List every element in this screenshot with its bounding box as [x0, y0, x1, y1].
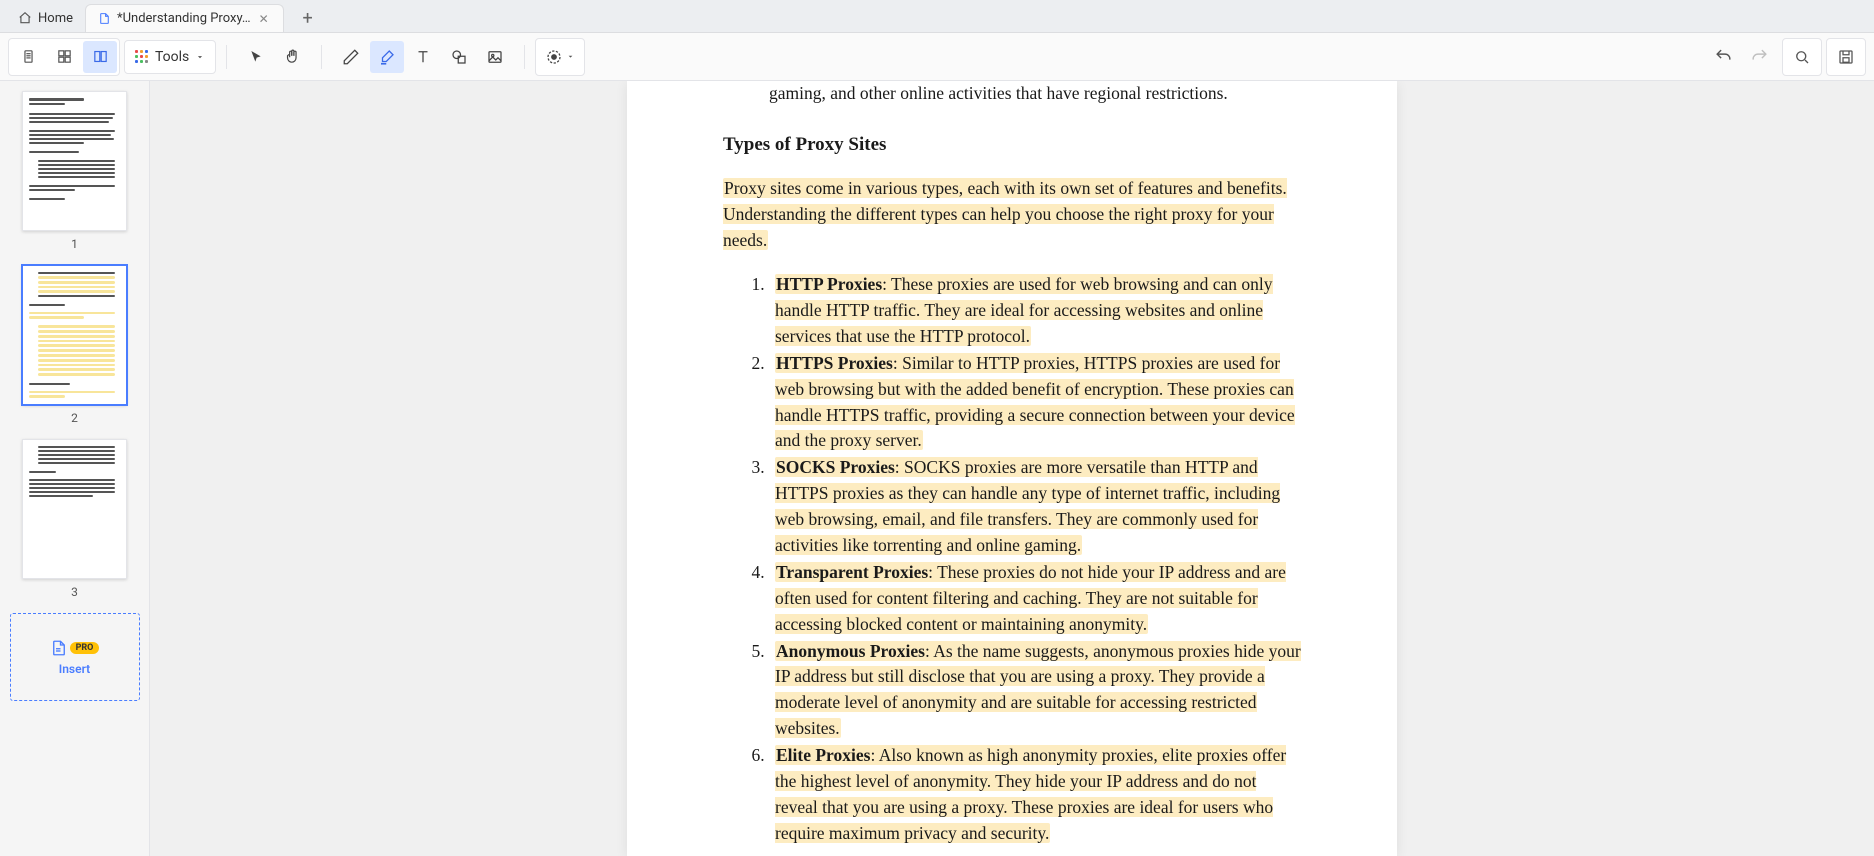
tab-home-label: Home — [38, 11, 73, 26]
file-icon — [98, 12, 111, 25]
tools-icon — [135, 50, 149, 64]
tab-document[interactable]: *Understanding Proxy… ✕ — [85, 4, 284, 32]
new-tab-button[interactable]: + — [294, 4, 322, 32]
proxy-types-list: HTTP Proxies: These proxies are used for… — [723, 272, 1301, 847]
heading-types: Types of Proxy Sites — [723, 134, 1301, 156]
thumbnail-number: 1 — [71, 237, 78, 251]
insert-page-icon — [50, 638, 68, 658]
single-page-button[interactable] — [11, 41, 45, 73]
save-group — [1826, 38, 1866, 76]
grid-view-button[interactable] — [47, 41, 81, 73]
tab-bar: Home *Understanding Proxy… ✕ + — [0, 0, 1874, 33]
color-group — [535, 38, 585, 76]
save-button[interactable] — [1829, 41, 1863, 73]
list-item: Anonymous Proxies: As the name suggests,… — [769, 639, 1301, 743]
list-item: HTTP Proxies: These proxies are used for… — [769, 272, 1301, 350]
home-icon — [18, 11, 32, 25]
search-group — [1782, 38, 1822, 76]
undo-button[interactable] — [1706, 41, 1740, 73]
view-mode-group — [8, 38, 120, 76]
pro-badge: PRO — [70, 642, 100, 654]
page-thumbnail-3[interactable] — [22, 439, 127, 579]
color-picker-button[interactable] — [538, 41, 582, 73]
select-tool-button[interactable] — [239, 41, 273, 73]
close-icon[interactable]: ✕ — [257, 12, 271, 26]
text-tool-button[interactable] — [406, 41, 440, 73]
insert-page-button[interactable]: PRO Insert — [10, 613, 140, 701]
separator — [321, 45, 322, 69]
separator — [226, 45, 227, 69]
tab-document-label: *Understanding Proxy… — [117, 11, 251, 26]
intro-types: Proxy sites come in various types, each … — [723, 176, 1301, 254]
thumbnail-number: 3 — [71, 585, 78, 599]
fragment-previous: gaming, and other online activities that… — [723, 81, 1301, 106]
thumbnail-panel[interactable]: 1 2 — [0, 81, 150, 856]
thumbnail-number: 2 — [71, 411, 78, 425]
pointer-group — [237, 39, 311, 75]
pencil-tool-button[interactable] — [334, 41, 368, 73]
separator — [524, 45, 525, 69]
history-group — [1704, 39, 1778, 75]
tools-label: Tools — [155, 49, 189, 65]
tools-menu-button[interactable]: Tools — [124, 40, 216, 74]
image-tool-button[interactable] — [478, 41, 512, 73]
thumbnail-item: 2 — [8, 265, 141, 425]
document-page: gaming, and other online activities that… — [627, 81, 1397, 856]
shapes-tool-button[interactable] — [442, 41, 476, 73]
list-item: Elite Proxies: Also known as high anonym… — [769, 743, 1301, 847]
annotate-group — [332, 39, 514, 75]
page-thumbnail-2[interactable] — [22, 265, 127, 405]
list-item: SOCKS Proxies: SOCKS proxies are more ve… — [769, 455, 1301, 559]
toolbar: Tools — [0, 33, 1874, 81]
tab-home[interactable]: Home — [6, 4, 85, 32]
insert-page-item: PRO Insert — [8, 613, 141, 701]
thumbnail-item: 1 — [8, 91, 141, 251]
list-item: Transparent Proxies: These proxies do no… — [769, 560, 1301, 638]
page-thumbnail-1[interactable] — [22, 91, 127, 231]
search-button[interactable] — [1785, 41, 1819, 73]
main-area: 1 2 — [0, 81, 1874, 856]
highlighter-tool-button[interactable] — [370, 41, 404, 73]
hand-tool-button[interactable] — [275, 41, 309, 73]
insert-label: Insert — [59, 662, 90, 676]
redo-button[interactable] — [1742, 41, 1776, 73]
list-item: HTTPS Proxies: Similar to HTTP proxies, … — [769, 351, 1301, 455]
two-page-button[interactable] — [83, 41, 117, 73]
thumbnail-item: 3 — [8, 439, 141, 599]
chevron-down-icon — [195, 52, 205, 62]
document-viewer[interactable]: gaming, and other online activities that… — [150, 81, 1874, 856]
